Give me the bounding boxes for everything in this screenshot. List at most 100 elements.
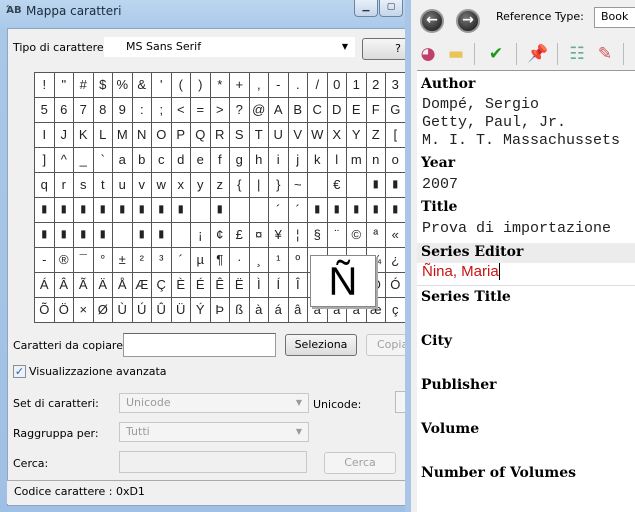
character-cell[interactable]: ) <box>191 73 211 98</box>
character-cell[interactable]: q <box>35 173 55 198</box>
character-cell[interactable]: ¹ <box>269 248 289 273</box>
checkmark-icon[interactable]: ✔ <box>485 43 507 65</box>
character-cell[interactable]: M <box>113 123 133 148</box>
character-cell[interactable]: i <box>269 148 289 173</box>
character-cell[interactable]: J <box>54 123 74 148</box>
character-cell[interactable]: Î <box>288 273 308 298</box>
title-value[interactable]: Prova di importazione <box>422 220 611 237</box>
character-cell[interactable] <box>308 173 328 198</box>
character-cell[interactable]: b <box>132 148 152 173</box>
character-cell[interactable]: ¤ <box>249 223 269 248</box>
character-cell[interactable]: j <box>288 148 308 173</box>
character-cell[interactable]: á <box>269 298 289 323</box>
character-cell[interactable]: ´ <box>269 198 289 223</box>
character-cell[interactable]: Ø <box>93 298 113 323</box>
character-cell[interactable]: < <box>171 98 191 123</box>
character-cell[interactable]: ª <box>366 223 386 248</box>
character-cell[interactable]: ▮ <box>308 198 328 223</box>
character-cell[interactable]: C <box>308 98 328 123</box>
character-cell[interactable]: 5 <box>35 98 55 123</box>
character-cell[interactable]: ▮ <box>54 198 74 223</box>
character-cell[interactable]: ! <box>35 73 55 98</box>
character-cell[interactable]: ç <box>386 298 406 323</box>
character-cell[interactable]: ^ <box>54 148 74 173</box>
character-cell[interactable]: U <box>269 123 289 148</box>
character-cell[interactable]: ▮ <box>152 223 172 248</box>
character-cell[interactable]: n <box>366 148 386 173</box>
character-cell[interactable]: " <box>54 73 74 98</box>
character-cell[interactable]: 9 <box>113 98 133 123</box>
character-cell[interactable]: ▮ <box>386 173 406 198</box>
advanced-view-checkbox[interactable]: ✓ <box>13 365 26 378</box>
character-cell[interactable]: ` <box>93 148 113 173</box>
character-cell[interactable]: G <box>386 98 406 123</box>
series-editor-input[interactable]: Ñina, Maria <box>422 263 500 280</box>
year-value[interactable]: 2007 <box>422 176 458 193</box>
character-cell[interactable]: Ú <box>132 298 152 323</box>
search-input[interactable] <box>119 451 307 473</box>
character-cell[interactable]: w <box>152 173 172 198</box>
character-cell[interactable]: Ä <box>93 273 113 298</box>
character-cell[interactable]: K <box>74 123 94 148</box>
character-cell[interactable]: A <box>269 98 289 123</box>
character-cell[interactable]: D <box>327 98 347 123</box>
character-cell[interactable]: V <box>288 123 308 148</box>
character-cell[interactable]: O <box>152 123 172 148</box>
character-cell[interactable]: 2 <box>366 73 386 98</box>
character-cell[interactable]: ° <box>93 248 113 273</box>
character-cell[interactable]: ¡ <box>191 223 211 248</box>
character-cell[interactable]: * <box>210 73 230 98</box>
character-cell[interactable]: · <box>230 248 250 273</box>
character-cell[interactable]: 3 <box>386 73 406 98</box>
character-cell[interactable]: ▮ <box>366 173 386 198</box>
character-cell[interactable]: ▮ <box>113 198 133 223</box>
character-cell[interactable]: ³ <box>152 248 172 273</box>
character-cell[interactable]: Å <box>113 273 133 298</box>
character-cell[interactable]: ▮ <box>74 198 94 223</box>
character-cell[interactable]: } <box>269 173 289 198</box>
character-cell[interactable]: Ü <box>171 298 191 323</box>
character-cell[interactable]: € <box>327 173 347 198</box>
character-cell[interactable]: e <box>191 148 211 173</box>
character-cell[interactable]: g <box>230 148 250 173</box>
character-cell[interactable]: y <box>191 173 211 198</box>
minimize-button[interactable]: ▁ <box>354 0 378 17</box>
character-cell[interactable]: @ <box>249 98 269 123</box>
search-button[interactable]: Cerca <box>324 452 396 474</box>
author-value[interactable]: Getty, Paul, Jr. <box>422 114 566 131</box>
character-cell[interactable]: ] <box>35 148 55 173</box>
character-cell[interactable]: . <box>288 73 308 98</box>
character-cell[interactable]: Þ <box>210 298 230 323</box>
checklist-icon[interactable]: ☷ <box>566 43 588 65</box>
character-cell[interactable]: Y <box>347 123 367 148</box>
character-cell[interactable]: a <box>113 148 133 173</box>
character-cell[interactable]: d <box>171 148 191 173</box>
character-cell[interactable]: % <box>113 73 133 98</box>
character-cell[interactable]: E <box>347 98 367 123</box>
character-cell[interactable]: Ì <box>249 273 269 298</box>
character-cell[interactable]: ▮ <box>35 198 55 223</box>
character-cell[interactable]: _ <box>74 148 94 173</box>
character-cell[interactable]: × <box>74 298 94 323</box>
character-cell[interactable]: ® <box>54 248 74 273</box>
character-cell[interactable]: | <box>249 173 269 198</box>
character-cell[interactable]: à <box>249 298 269 323</box>
character-cell[interactable]: ¥ <box>269 223 289 248</box>
character-cell[interactable]: R <box>210 123 230 148</box>
character-cell[interactable] <box>347 173 367 198</box>
character-cell[interactable]: s <box>74 173 94 198</box>
character-cell[interactable]: ▮ <box>54 223 74 248</box>
character-cell[interactable]: º <box>288 248 308 273</box>
character-cell[interactable] <box>113 223 133 248</box>
character-cell[interactable]: - <box>35 248 55 273</box>
character-cell[interactable]: Ö <box>54 298 74 323</box>
character-cell[interactable]: ▮ <box>74 223 94 248</box>
group-select[interactable]: Tutti ▼ <box>119 422 309 442</box>
character-cell[interactable]: ´ <box>171 248 191 273</box>
character-cell[interactable]: x <box>171 173 191 198</box>
character-cell[interactable]: £ <box>230 223 250 248</box>
character-cell[interactable]: / <box>308 73 328 98</box>
font-select[interactable]: MS Sans Serif ▼ <box>104 37 355 57</box>
character-cell[interactable]: # <box>74 73 94 98</box>
back-arrow-icon[interactable]: ← <box>420 9 444 33</box>
